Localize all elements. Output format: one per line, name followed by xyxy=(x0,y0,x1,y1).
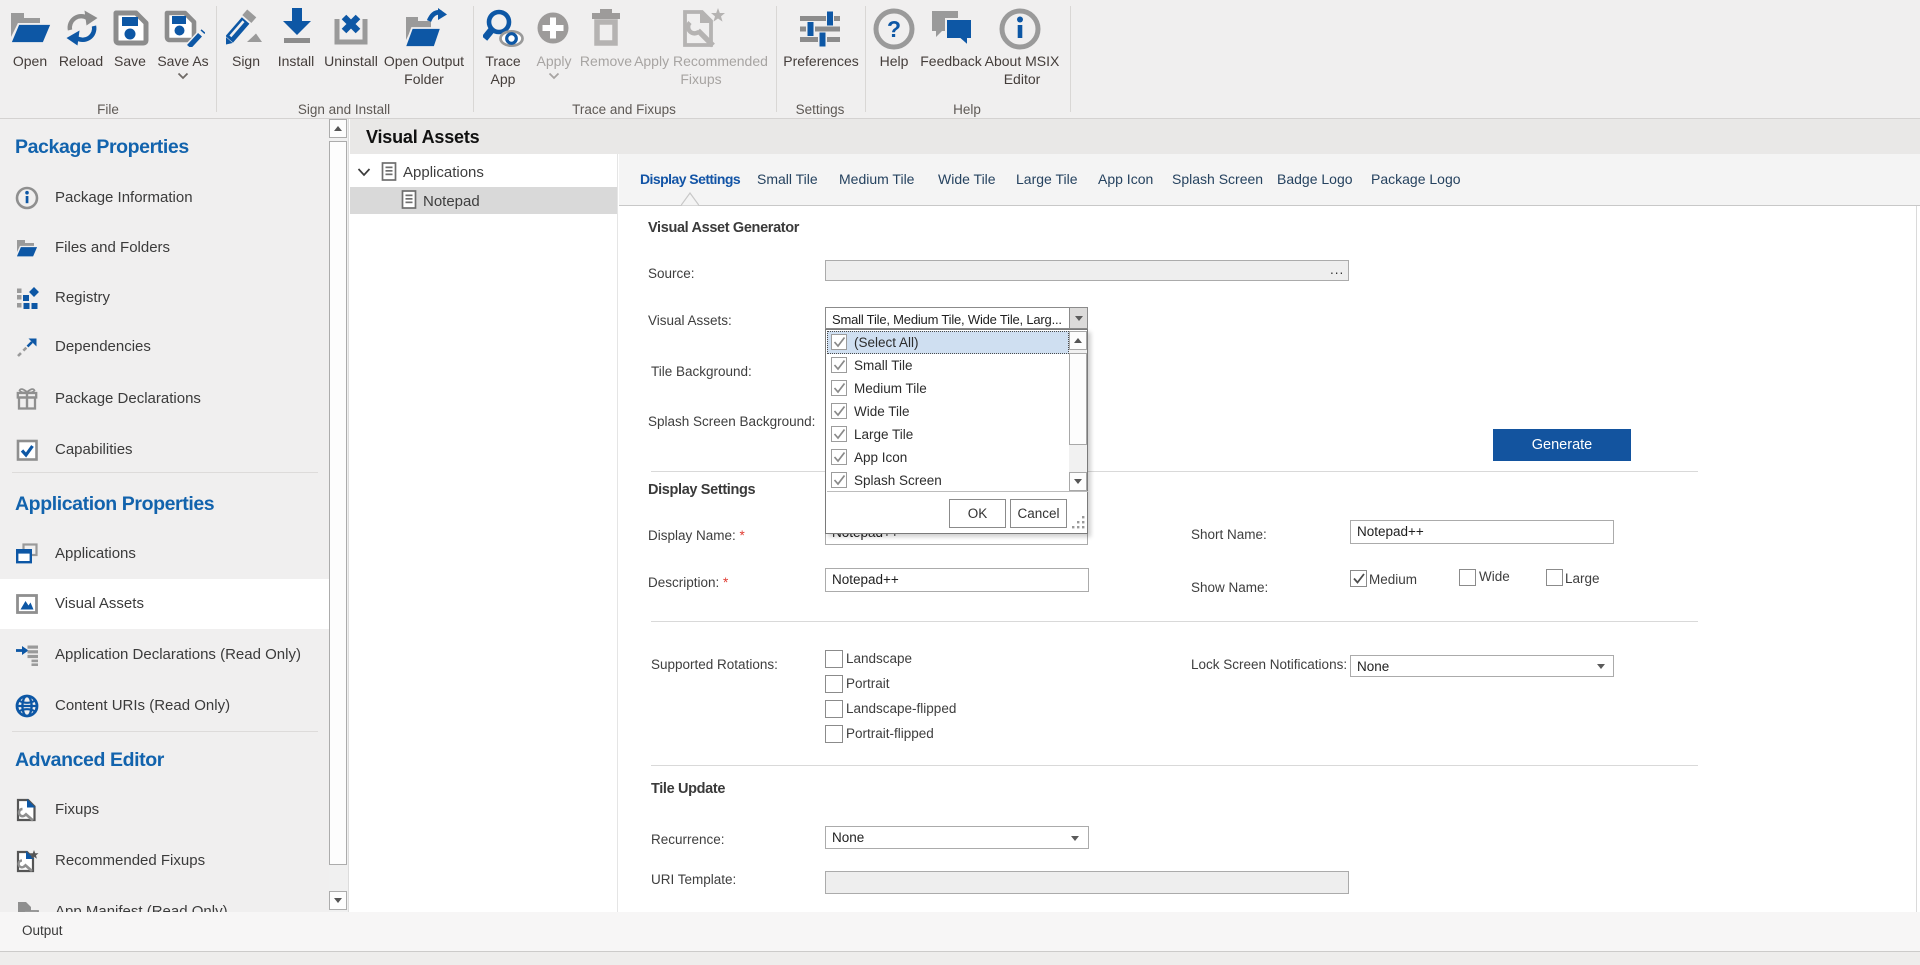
svg-text:?: ? xyxy=(887,16,901,42)
